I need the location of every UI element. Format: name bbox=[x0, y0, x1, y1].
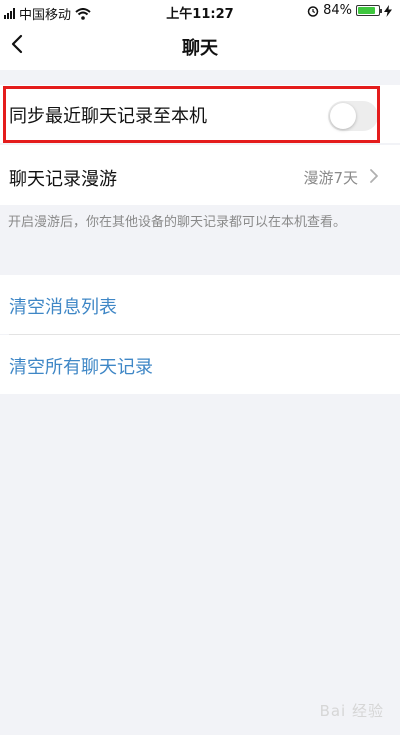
toggle-knob bbox=[330, 103, 356, 129]
sync-recent-chats-row: 同步最近聊天记录至本机 bbox=[0, 85, 400, 143]
sync-recent-chats-label: 同步最近聊天记录至本机 bbox=[9, 106, 207, 127]
roaming-hint-text: 开启漫游后，你在其他设备的聊天记录都可以在本机查看。 bbox=[8, 215, 347, 230]
clear-message-list-button[interactable]: 清空消息列表 bbox=[9, 293, 117, 319]
clear-all-chats-button[interactable]: 清空所有聊天记录 bbox=[9, 353, 153, 379]
chat-roaming-value: 漫游7天 bbox=[303, 169, 358, 187]
battery-percent: 84% bbox=[323, 3, 352, 18]
clear-all-chats-row[interactable]: 清空所有聊天记录 bbox=[0, 335, 400, 394]
charging-icon bbox=[384, 4, 392, 17]
page-title: 聊天 bbox=[182, 38, 218, 59]
baidu-jingyan-watermark: Bai 经验 bbox=[319, 702, 384, 720]
status-right: 84% bbox=[307, 3, 392, 18]
clear-message-list-row[interactable]: 清空消息列表 bbox=[0, 275, 400, 334]
sync-recent-chats-toggle[interactable] bbox=[328, 101, 378, 131]
alarm-clock-icon bbox=[307, 5, 319, 17]
chevron-right-icon bbox=[370, 169, 378, 183]
chat-roaming-row[interactable]: 聊天记录漫游 漫游7天 bbox=[0, 145, 400, 205]
nav-bar: 聊天 bbox=[0, 22, 400, 70]
battery-icon bbox=[356, 5, 382, 16]
status-bar: 中国移动 上午11:27 84% bbox=[0, 0, 400, 23]
chat-roaming-label: 聊天记录漫游 bbox=[9, 169, 117, 190]
battery-level bbox=[358, 7, 375, 14]
